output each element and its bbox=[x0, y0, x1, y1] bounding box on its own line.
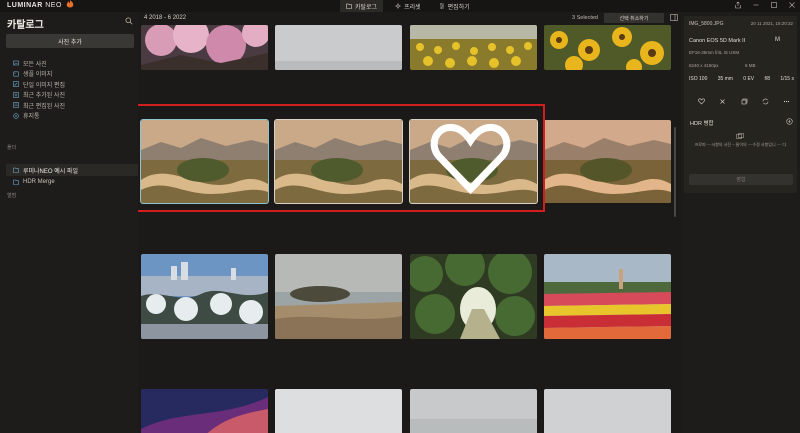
photo-thumbnail-forest-arch[interactable] bbox=[410, 254, 537, 339]
exif-aperture: f/8 bbox=[764, 76, 771, 82]
title-bar: LUMINAR NEO 카탈로그 프리셋 편집하기 bbox=[0, 0, 800, 12]
sidebar-item-label: 최근 편집된 사진 bbox=[23, 103, 65, 110]
exif-row: ISO 100 35 mm 0 EV f/8 1/15 s bbox=[689, 76, 794, 82]
photo-thumbnail-snow-town[interactable] bbox=[141, 254, 268, 339]
sidebar-item-label: 최근 추가된 사진 bbox=[23, 93, 65, 100]
sidebar-item-single-edit[interactable]: 단일 이미지 편집 bbox=[6, 79, 134, 90]
scrollbar[interactable] bbox=[674, 127, 676, 217]
tab-catalog[interactable]: 카탈로그 bbox=[340, 0, 384, 12]
camera-model: Canon EOS 5D Mark II bbox=[689, 38, 746, 44]
add-icon[interactable] bbox=[786, 118, 793, 125]
window-controls bbox=[734, 1, 796, 9]
tab-presets[interactable]: 프리셋 bbox=[389, 0, 427, 12]
folder-icon bbox=[13, 167, 19, 173]
exif-shutter: 1/15 s bbox=[780, 76, 794, 82]
photo-thumbnail-mist-2[interactable] bbox=[410, 389, 537, 433]
trash-icon bbox=[13, 113, 19, 119]
folder-icon bbox=[346, 3, 352, 9]
cancel-selection-button[interactable]: 선택 취소하기 bbox=[604, 13, 664, 23]
exposure-mode-badge: M bbox=[775, 37, 780, 43]
folder-item-hdr-merge[interactable]: HDR Merge bbox=[6, 176, 138, 188]
sidebar-item-label: 모든 사진 bbox=[23, 61, 47, 68]
photo-thumbnail-tulip-field[interactable] bbox=[544, 254, 671, 339]
file-size: 6 MB bbox=[745, 63, 756, 68]
folder-icon bbox=[13, 179, 19, 185]
folders-heading: 폴더 bbox=[7, 145, 17, 151]
selection-highlight-box bbox=[138, 104, 545, 212]
top-nav: 카탈로그 프리셋 편집하기 bbox=[340, 0, 476, 12]
photo-thumbnail-mist-1[interactable] bbox=[275, 389, 402, 433]
recent-added-icon bbox=[13, 91, 19, 98]
single-edit-icon bbox=[13, 81, 19, 88]
catalog-list: 모든 사진 생플 이미지 단일 이미지 편집 최근 추가된 사진 최근 편집된 … bbox=[6, 58, 134, 121]
lens-model: EF16-35mm f/4L IS USM bbox=[689, 50, 740, 55]
maximize-icon[interactable] bbox=[770, 1, 778, 9]
tab-catalog-label: 카탈로그 bbox=[355, 4, 378, 11]
sidebar-item-recent-added[interactable]: 최근 추가된 사진 bbox=[6, 90, 134, 101]
reject-icon[interactable] bbox=[719, 98, 726, 105]
photo-thumbnail-fog[interactable] bbox=[275, 25, 402, 70]
albums-heading: 앨범 bbox=[7, 193, 17, 199]
sidebar-item-all-photos[interactable]: 모든 사진 bbox=[6, 58, 134, 69]
add-photo-button[interactable]: 사진 추가 bbox=[6, 34, 134, 48]
tab-presets-label: 프리셋 bbox=[404, 4, 421, 11]
exif-focal-length: 35 mm bbox=[717, 76, 733, 82]
photos-icon bbox=[13, 60, 19, 66]
selected-count: 3 Selected bbox=[572, 15, 598, 21]
photo-thumbnail-sunflower-closeup[interactable] bbox=[544, 25, 671, 70]
sliders-icon bbox=[439, 3, 444, 9]
folder-item-luminar-samples[interactable]: 루미나NEO 예시 파일 bbox=[6, 164, 138, 176]
logo-flame-icon bbox=[66, 0, 74, 8]
share-icon[interactable] bbox=[734, 1, 742, 9]
sidebar-item-label: 단일 이미지 편집 bbox=[23, 82, 65, 89]
sparkle-icon bbox=[395, 3, 402, 9]
sync-icon[interactable] bbox=[762, 98, 769, 105]
metadata-actions bbox=[698, 98, 790, 105]
hdr-merge-title: HDR 병합 bbox=[690, 121, 714, 127]
sidebar: 카탈로그 사진 추가 모든 사진 생플 이미지 단일 이미지 편집 최근 추가된… bbox=[0, 12, 138, 433]
folder-list: 루미나NEO 예시 파일 HDR Merge bbox=[6, 164, 138, 188]
photo-thumbnail-island-beach[interactable] bbox=[275, 254, 402, 339]
photo-thumbnail-cherry-blossom[interactable] bbox=[141, 25, 268, 70]
info-panel: IMG_5800.JPG 20 11 2021, 16:20:32 Canon … bbox=[681, 12, 800, 433]
image-resolution: 6240 x 4160px bbox=[689, 63, 719, 68]
copy-icon[interactable] bbox=[741, 98, 748, 105]
heart-icon[interactable] bbox=[698, 98, 705, 105]
hdr-stack-icon bbox=[736, 133, 744, 139]
sidebar-item-trash[interactable]: 휴지통 bbox=[6, 111, 134, 122]
recent-edited-icon bbox=[13, 102, 19, 109]
merge-button[interactable]: 병합 bbox=[689, 174, 793, 185]
minimize-icon[interactable] bbox=[752, 1, 760, 9]
date-range: 4 2018 - 6 2022 bbox=[144, 15, 187, 21]
sidebar-item-recent-edited[interactable]: 최근 편집된 사진 bbox=[6, 100, 134, 111]
tab-edit[interactable]: 편집하기 bbox=[433, 0, 476, 12]
page-title: 카탈로그 bbox=[7, 20, 44, 31]
photo-thumbnail-night-sky[interactable] bbox=[141, 389, 268, 433]
exif-exposure-comp: 0 EV bbox=[743, 76, 755, 82]
folder-item-label: HDR Merge bbox=[23, 179, 55, 185]
panel-toggle-icon[interactable] bbox=[670, 14, 678, 21]
close-icon[interactable] bbox=[788, 1, 796, 9]
hdr-merge-card: HDR 병합 프로파 ~~사항의 사진 ~ 물이의 ~~수정 사항입니 ~~ 다… bbox=[684, 113, 797, 193]
exif-iso: ISO 100 bbox=[689, 76, 708, 82]
capture-datetime: 20 11 2021, 16:20:32 bbox=[750, 21, 793, 26]
photo-grid: 4 2018 - 6 2022 3 Selected 선택 취소하기 bbox=[138, 12, 680, 433]
more-options-icon[interactable] bbox=[783, 98, 790, 105]
sidebar-item-label: 생플 이미지 bbox=[23, 72, 53, 79]
file-name: IMG_5800.JPG bbox=[689, 21, 724, 27]
photo-thumbnail-mist-3[interactable] bbox=[544, 389, 671, 433]
search-icon[interactable] bbox=[125, 17, 133, 25]
photo-thumbnail-sunflowers[interactable] bbox=[410, 25, 537, 70]
folder-item-label: 루미나NEO 예시 파일 bbox=[23, 168, 78, 175]
metadata-card: IMG_5800.JPG 20 11 2021, 16:20:32 Canon … bbox=[684, 16, 797, 116]
photo-thumbnail-river-bend-4[interactable] bbox=[544, 120, 671, 203]
tab-edit-label: 편집하기 bbox=[447, 4, 470, 11]
sidebar-item-label: 휴지통 bbox=[23, 114, 40, 121]
image-icon bbox=[13, 71, 19, 77]
sidebar-item-sample-images[interactable]: 생플 이미지 bbox=[6, 69, 134, 80]
app-logo: LUMINAR NEO bbox=[7, 2, 62, 9]
hdr-merge-message: 프로파 ~~사항의 사진 ~ 물이의 ~~수정 사항입니 ~~ 다 bbox=[694, 142, 787, 147]
